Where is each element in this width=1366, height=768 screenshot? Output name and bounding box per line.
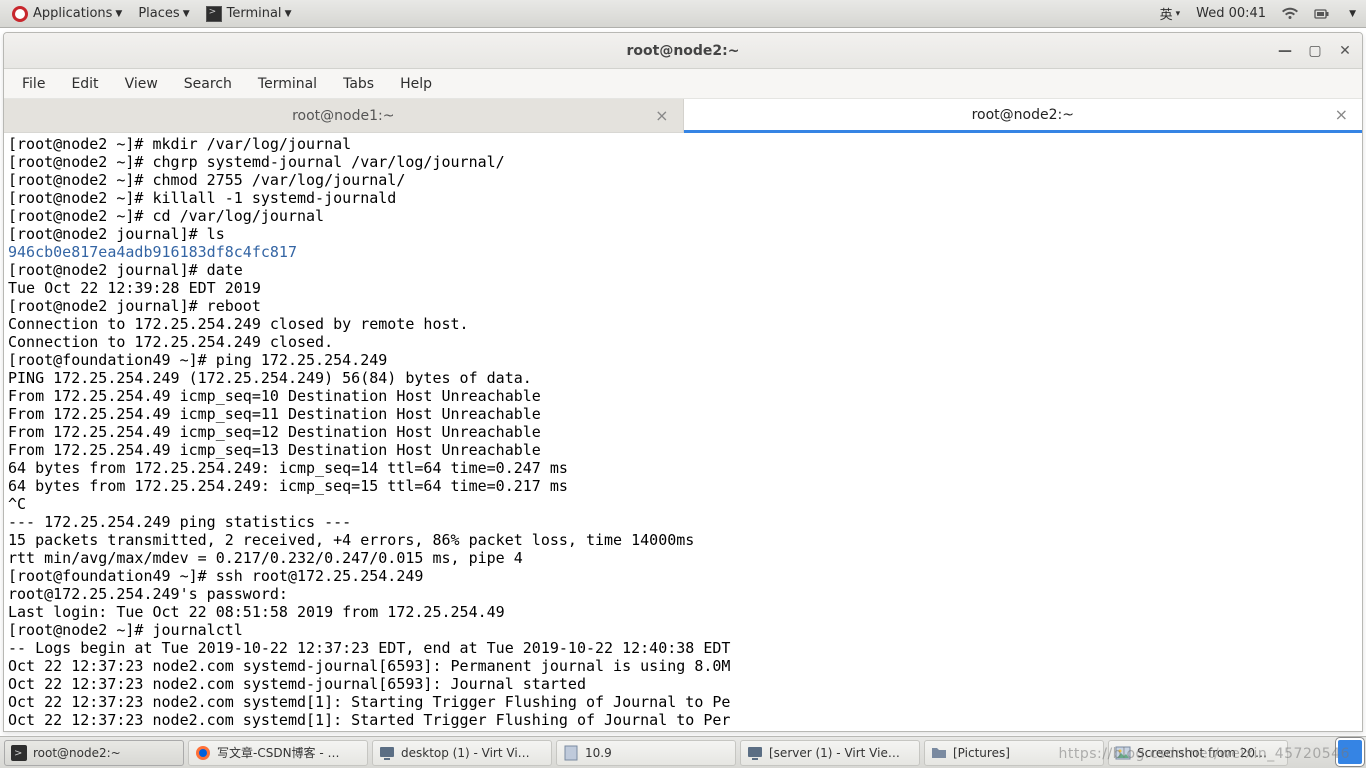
taskbar-item[interactable]: 10.9 — [556, 740, 736, 766]
terminal-icon: > — [11, 745, 27, 761]
taskbar-label: root@node2:~ — [33, 746, 121, 760]
terminal-line: Oct 22 12:37:23 node2.com systemd[1]: St… — [8, 711, 1358, 729]
active-app-menu[interactable]: Terminal▼ — [198, 0, 300, 28]
taskbar-item[interactable]: [server (1) - Virt Vie… — [740, 740, 920, 766]
menu-view[interactable]: View — [113, 72, 170, 96]
terminal-line: [root@node2 journal]# reboot — [8, 297, 1358, 315]
terminal-line: 64 bytes from 172.25.254.249: icmp_seq=1… — [8, 459, 1358, 477]
terminal-line: PING 172.25.254.249 (172.25.254.249) 56(… — [8, 369, 1358, 387]
taskbar-label: Screenshot from 20… — [1137, 746, 1267, 760]
tab-node2[interactable]: root@node2:~ × — [684, 99, 1363, 133]
terminal-line: From 172.25.254.49 icmp_seq=13 Destinati… — [8, 441, 1358, 459]
menu-edit[interactable]: Edit — [59, 72, 110, 96]
terminal-line: Last login: Tue Oct 22 08:51:58 2019 fro… — [8, 603, 1358, 621]
fedora-icon — [12, 6, 28, 22]
taskbar-label: desktop (1) - Virt Vi… — [401, 746, 530, 760]
terminal-line: root@172.25.254.249's password: — [8, 585, 1358, 603]
menu-search[interactable]: Search — [172, 72, 244, 96]
tab-label: root@node1:~ — [292, 108, 394, 124]
tab-label: root@node2:~ — [972, 107, 1074, 123]
terminal-line: Connection to 172.25.254.249 closed. — [8, 333, 1358, 351]
chevron-down-icon: ▾ — [1176, 9, 1181, 19]
clock[interactable]: Wed 00:41 — [1190, 0, 1272, 28]
taskbar-label: [server (1) - Virt Vie… — [769, 746, 900, 760]
battery-icon[interactable] — [1308, 0, 1336, 28]
chevron-down-icon: ▼ — [115, 9, 122, 19]
terminal-line: From 172.25.254.49 icmp_seq=12 Destinati… — [8, 423, 1358, 441]
minimize-button[interactable]: — — [1276, 42, 1294, 60]
terminal-line: Tue Oct 22 12:39:28 EDT 2019 — [8, 279, 1358, 297]
chevron-down-icon: ▼ — [183, 9, 190, 19]
places-label: Places — [138, 6, 179, 21]
taskbar-label: [Pictures] — [953, 746, 1010, 760]
terminal-line: From 172.25.254.49 icmp_seq=11 Destinati… — [8, 405, 1358, 423]
applications-menu[interactable]: Applications▼ — [4, 0, 130, 28]
chevron-down-icon: ▼ — [1349, 9, 1356, 19]
window-title: root@node2:~ — [626, 43, 739, 59]
window-titlebar[interactable]: root@node2:~ — ▢ ✕ — [4, 33, 1362, 69]
close-icon[interactable]: × — [655, 106, 668, 125]
power-icon[interactable]: ▼ — [1340, 0, 1362, 28]
terminal-line: [root@node2 ~]# chgrp systemd-journal /v… — [8, 153, 1358, 171]
terminal-line: [root@node2 ~]# killall -1 systemd-journ… — [8, 189, 1358, 207]
taskbar-label: 10.9 — [585, 746, 612, 760]
taskbar-label: 写文章-CSDN博客 - … — [217, 744, 340, 761]
firefox-icon — [195, 745, 211, 761]
terminal-line: 946cb0e817ea4adb916183df8c4fc817 — [8, 243, 1358, 261]
terminal-line: Oct 22 12:37:23 node2.com systemd[1]: St… — [8, 693, 1358, 711]
terminal-line: [root@node2 ~]# chmod 2755 /var/log/jour… — [8, 171, 1358, 189]
vm-icon — [379, 745, 395, 761]
active-app-label: Terminal — [227, 6, 282, 21]
terminal-line: [root@node2 journal]# date — [8, 261, 1358, 279]
image-icon — [1115, 745, 1131, 761]
top-panel: Applications▼ Places▼ Terminal▼ 英▾ Wed 0… — [0, 0, 1366, 28]
terminal-line: [root@foundation49 ~]# ping 172.25.254.2… — [8, 351, 1358, 369]
menu-tabs[interactable]: Tabs — [331, 72, 386, 96]
menu-bar: File Edit View Search Terminal Tabs Help — [4, 69, 1362, 99]
chevron-down-icon: ▼ — [285, 9, 292, 19]
doc-icon — [563, 745, 579, 761]
tab-bar: root@node1:~ × root@node2:~ × — [4, 99, 1362, 133]
terminal-line: [root@node2 journal]# ls — [8, 225, 1358, 243]
terminal-line: rtt min/avg/max/mdev = 0.217/0.232/0.247… — [8, 549, 1358, 567]
places-menu[interactable]: Places ▼ — [130, 0, 197, 28]
terminal-line: Connection to 172.25.254.249 closed by r… — [8, 315, 1358, 333]
terminal-line: [root@foundation49 ~]# ssh root@172.25.2… — [8, 567, 1358, 585]
terminal-icon — [206, 6, 222, 22]
taskbar-item[interactable]: > root@node2:~ — [4, 740, 184, 766]
ime-indicator[interactable]: 英▾ — [1154, 0, 1187, 28]
network-icon[interactable] — [1276, 0, 1304, 28]
terminal-output[interactable]: [root@node2 ~]# mkdir /var/log/journal[r… — [4, 133, 1362, 731]
folder-icon — [931, 745, 947, 761]
terminal-line: [root@node2 ~]# cd /var/log/journal — [8, 207, 1358, 225]
tab-node1[interactable]: root@node1:~ × — [4, 99, 684, 133]
terminal-line: -- Logs begin at Tue 2019-10-22 12:37:23… — [8, 639, 1358, 657]
applications-label: Applications — [33, 6, 112, 21]
terminal-line: [root@node2 ~]# mkdir /var/log/journal — [8, 135, 1358, 153]
terminal-line: --- 172.25.254.249 ping statistics --- — [8, 513, 1358, 531]
terminal-line: Oct 22 12:37:23 node2.com systemd-journa… — [8, 657, 1358, 675]
taskbar-item[interactable]: Screenshot from 20… — [1108, 740, 1288, 766]
close-button[interactable]: ✕ — [1336, 42, 1354, 60]
vm-icon — [747, 745, 763, 761]
menu-help[interactable]: Help — [388, 72, 444, 96]
menu-terminal[interactable]: Terminal — [246, 72, 329, 96]
terminal-window: root@node2:~ — ▢ ✕ File Edit View Search… — [3, 32, 1363, 732]
taskbar-item[interactable]: desktop (1) - Virt Vi… — [372, 740, 552, 766]
taskbar-item[interactable]: [Pictures] — [924, 740, 1104, 766]
terminal-line: [root@node2 ~]# journalctl — [8, 621, 1358, 639]
terminal-line: 64 bytes from 172.25.254.249: icmp_seq=1… — [8, 477, 1358, 495]
terminal-line: From 172.25.254.49 icmp_seq=10 Destinati… — [8, 387, 1358, 405]
svg-text:>: > — [14, 748, 22, 759]
close-icon[interactable]: × — [1335, 105, 1348, 124]
terminal-line: Oct 22 12:37:23 node2.com systemd-journa… — [8, 675, 1358, 693]
terminal-line: ^C — [8, 495, 1358, 513]
maximize-button[interactable]: ▢ — [1306, 42, 1324, 60]
workspace-switcher[interactable] — [1336, 738, 1364, 766]
bottom-panel: > root@node2:~ 写文章-CSDN博客 - … desktop (1) -… — [0, 736, 1366, 768]
terminal-line: 15 packets transmitted, 2 received, +4 e… — [8, 531, 1358, 549]
taskbar-item[interactable]: 写文章-CSDN博客 - … — [188, 740, 368, 766]
menu-file[interactable]: File — [10, 72, 57, 96]
